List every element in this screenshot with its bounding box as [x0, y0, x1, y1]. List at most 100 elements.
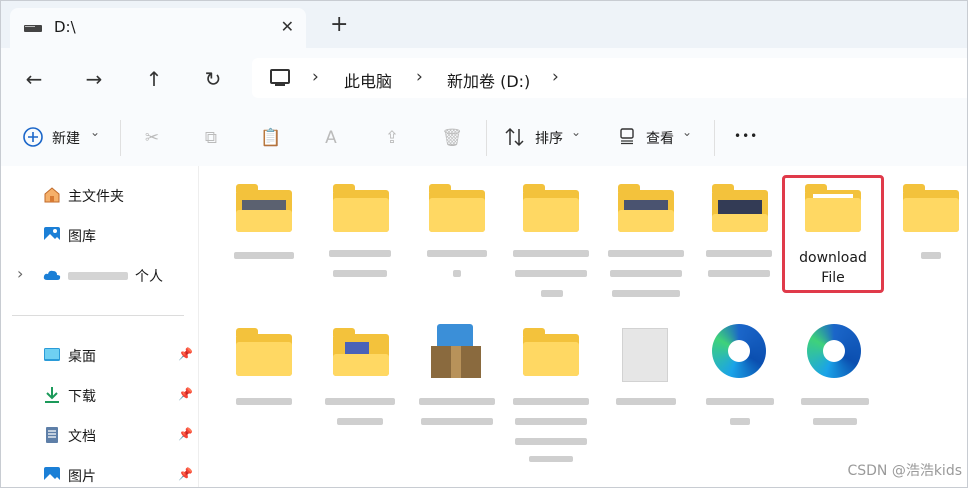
more-options-button[interactable]: ••• [734, 129, 758, 143]
pin-icon[interactable]: 📌 [178, 467, 193, 481]
pin-icon[interactable]: 📌 [178, 427, 193, 441]
sidebar-item-documents[interactable]: 文档 📌 [0, 422, 198, 448]
folder-icon [903, 184, 959, 232]
download-icon [45, 387, 59, 403]
file-name-blurred [921, 252, 941, 259]
breadcrumb-separator[interactable]: › [312, 67, 319, 87]
pictures-icon [44, 467, 60, 483]
home-icon [44, 187, 60, 203]
browser-icon [807, 324, 861, 378]
new-button[interactable]: 新建 ⌄ [14, 120, 106, 154]
folder-item[interactable] [507, 318, 595, 462]
breadcrumb-drive-d[interactable]: 新加卷 (D:) [447, 68, 530, 92]
browser-icon [712, 324, 766, 378]
address-bar[interactable]: › 此电脑 › 新加卷 (D:) › [252, 58, 968, 98]
folder-item[interactable] [696, 174, 784, 314]
file-name-blurred [529, 456, 573, 462]
folder-item[interactable] [317, 174, 405, 314]
rename-icon[interactable]: A [320, 127, 342, 149]
document-icon [46, 427, 58, 443]
file-name-blurred [325, 398, 395, 405]
file-name-blurred [706, 398, 774, 405]
shortcut-item[interactable] [791, 318, 879, 458]
back-button[interactable]: ← [21, 66, 47, 92]
forward-button[interactable]: → [81, 66, 107, 92]
up-button[interactable]: ↑ [141, 66, 167, 92]
sidebar-item-downloads[interactable]: 下载 📌 [0, 382, 198, 408]
sidebar-item-label: 文档 [68, 429, 96, 445]
folder-item[interactable] [507, 174, 595, 314]
file-name-blurred [337, 418, 383, 425]
sidebar-item-label: 下载 [68, 389, 96, 405]
folder-icon [618, 184, 674, 232]
chevron-down-icon: ⌄ [682, 125, 693, 139]
pin-icon[interactable]: 📌 [178, 347, 193, 361]
file-name-blurred [329, 250, 391, 257]
file-name-blurred [333, 270, 387, 277]
shortcut-item[interactable] [696, 318, 784, 458]
file-name-blurred [612, 290, 680, 297]
refresh-button[interactable]: ↻ [200, 66, 226, 92]
delete-icon[interactable]: 🗑 [441, 127, 463, 149]
file-icon [622, 328, 668, 382]
sidebar-item-desktop[interactable]: 桌面 📌 [0, 342, 198, 368]
folder-icon [333, 328, 389, 376]
highlight-box [782, 175, 884, 293]
cut-icon[interactable]: ✂ [141, 127, 163, 149]
file-name-blurred [515, 418, 587, 425]
sidebar-item-label: 主文件夹 [68, 189, 124, 205]
sidebar-item-onedrive-personal[interactable]: › 个人 [0, 262, 198, 288]
sidebar-item-label: 图库 [68, 229, 96, 245]
archive-item[interactable] [413, 318, 501, 458]
folder-item[interactable] [220, 318, 308, 458]
copy-icon[interactable]: ⧉ [200, 127, 222, 149]
file-name-blurred [515, 438, 587, 445]
folder-item[interactable] [317, 318, 405, 458]
file-name-blurred [419, 398, 495, 405]
navigation-pane: 主文件夹 图库 › 个人 桌面 📌 下载 📌 文档 📌 图片 📌 [0, 166, 199, 488]
tab-d-drive[interactable]: D:\ ✕ [10, 8, 306, 48]
desktop-icon [44, 348, 60, 361]
toolbar-divider [120, 120, 121, 156]
folder-icon [429, 184, 485, 232]
file-name-blurred [730, 418, 750, 425]
file-name-blurred [236, 398, 292, 405]
file-name-blurred [453, 270, 461, 277]
view-label: 查看 [646, 131, 674, 147]
computer-icon [270, 69, 290, 86]
share-icon[interactable]: ⇪ [381, 127, 403, 149]
file-name-blurred [610, 270, 682, 277]
paste-icon[interactable]: 📋 [260, 127, 282, 149]
new-tab-button[interactable]: + [330, 14, 348, 36]
sidebar-divider [12, 315, 184, 316]
folder-icon [712, 184, 768, 232]
view-button[interactable]: 查看 ⌄ [612, 120, 702, 154]
folder-item[interactable] [602, 174, 690, 314]
file-item[interactable] [602, 318, 690, 458]
sidebar-item-label: 桌面 [68, 349, 96, 365]
title-bar: D:\ ✕ + [0, 0, 968, 48]
sidebar-item-gallery[interactable]: 图库 [0, 222, 198, 248]
toolbar-divider [486, 120, 487, 156]
folder-item[interactable] [220, 174, 308, 314]
sort-button[interactable]: 排序 ⌄ [498, 120, 594, 154]
file-name-blurred [427, 250, 487, 257]
navigation-bar: ← → ↑ ↻ › 此电脑 › 新加卷 (D:) › [0, 48, 968, 108]
chevron-right-icon[interactable]: › [17, 264, 23, 283]
sidebar-item-pictures[interactable]: 图片 📌 [0, 462, 198, 488]
folder-icon [236, 184, 292, 232]
folder-icon [236, 328, 292, 376]
folder-item[interactable] [413, 174, 501, 314]
breadcrumb-separator[interactable]: › [416, 67, 423, 87]
breadcrumb-separator[interactable]: › [552, 67, 559, 87]
folder-icon [523, 328, 579, 376]
folder-item[interactable] [887, 174, 968, 314]
sidebar-item-label: 图片 [68, 469, 96, 485]
breadcrumb-this-pc[interactable]: 此电脑 [344, 68, 392, 92]
account-name-blurred [68, 272, 128, 280]
close-tab-button[interactable]: ✕ [281, 17, 294, 36]
sidebar-item-home[interactable]: 主文件夹 [0, 182, 198, 208]
chevron-down-icon: ⌄ [571, 125, 582, 139]
file-name-blurred [608, 250, 684, 257]
pin-icon[interactable]: 📌 [178, 387, 193, 401]
